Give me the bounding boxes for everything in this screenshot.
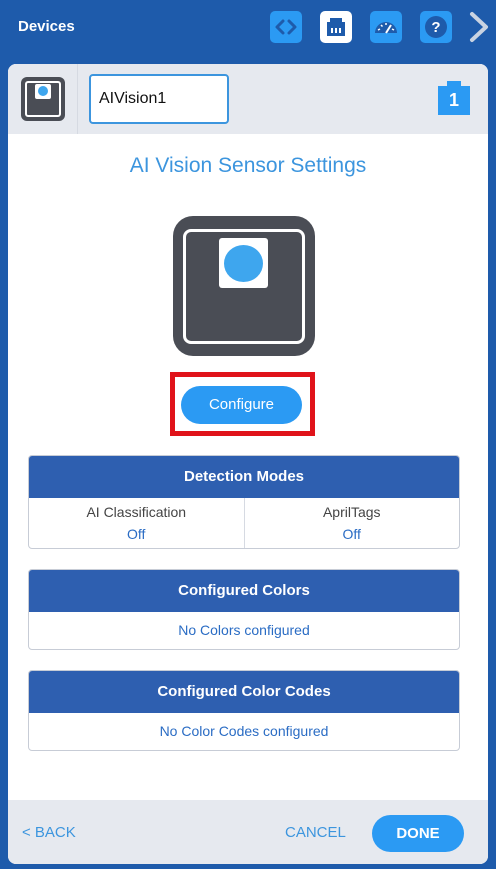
- mode-label: AprilTags: [322, 504, 381, 520]
- device-name-input[interactable]: [89, 74, 229, 124]
- code-view-button[interactable]: [270, 11, 302, 43]
- back-button[interactable]: < BACK: [22, 824, 76, 841]
- device-settings-panel: 1 AI Vision Sensor Settings Configure De…: [8, 64, 488, 864]
- top-bar: Devices ?: [0, 0, 496, 54]
- configured-colors-header: Configured Colors: [29, 570, 459, 612]
- mode-value: Off: [342, 526, 361, 542]
- devices-button[interactable]: [320, 11, 352, 43]
- device-port-icon: [327, 18, 345, 36]
- apriltags-mode[interactable]: AprilTags Off: [243, 498, 460, 548]
- configured-color-codes-header: Configured Color Codes: [29, 671, 459, 713]
- dashboard-gauge-icon: [375, 22, 397, 34]
- dashboard-button[interactable]: [370, 11, 402, 43]
- done-button[interactable]: DONE: [372, 815, 464, 852]
- detection-modes-header: Detection Modes: [29, 456, 459, 498]
- chevron-right-icon[interactable]: [466, 10, 492, 44]
- mode-value: Off: [127, 526, 146, 542]
- dialog-footer: < BACK CANCEL DONE: [8, 800, 488, 864]
- port-number: 1: [448, 90, 459, 110]
- ai-vision-sensor-image: [173, 216, 315, 356]
- page-title: Devices: [18, 18, 75, 35]
- configured-colors-card: Configured Colors No Colors configured: [28, 569, 460, 650]
- cancel-button[interactable]: CANCEL: [285, 824, 346, 841]
- configured-colors-empty: No Colors configured: [178, 622, 310, 638]
- configured-color-codes-card: Configured Color Codes No Color Codes co…: [28, 670, 460, 751]
- configure-button[interactable]: Configure: [181, 386, 302, 424]
- detection-modes-card: Detection Modes AI Classification Off Ap…: [28, 455, 460, 549]
- svg-text:?: ?: [431, 19, 440, 36]
- ai-classification-mode[interactable]: AI Classification Off: [29, 498, 244, 548]
- configured-color-codes-empty: No Color Codes configured: [159, 723, 329, 739]
- code-icon: [275, 19, 297, 35]
- ai-vision-sensor-icon: [21, 77, 65, 121]
- help-icon: ?: [425, 16, 447, 38]
- mode-label: AI Classification: [86, 504, 187, 520]
- device-header: 1: [8, 64, 488, 134]
- port-badge: 1: [438, 81, 470, 115]
- device-icon-tile: [8, 64, 78, 134]
- settings-title: AI Vision Sensor Settings: [129, 154, 367, 177]
- help-button[interactable]: ?: [420, 11, 452, 43]
